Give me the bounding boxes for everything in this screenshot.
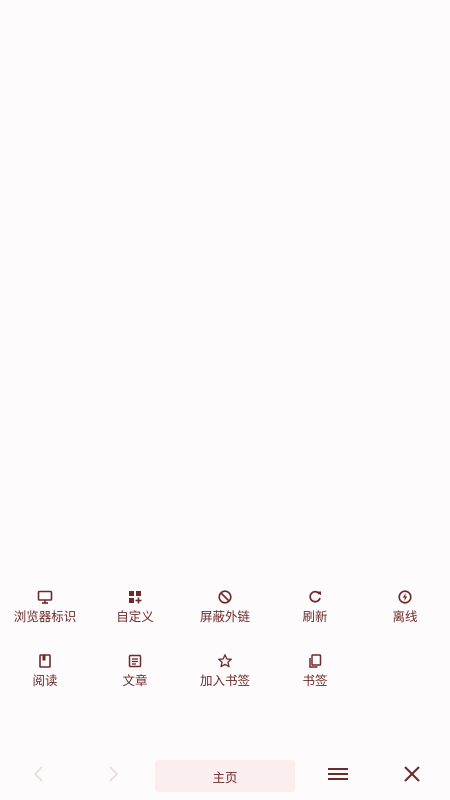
grid-plus-icon bbox=[127, 589, 143, 605]
menu-item-label: 书签 bbox=[302, 673, 328, 688]
bookmarks-icon bbox=[307, 653, 323, 669]
bottom-navigation-bar: 主页 bbox=[0, 752, 450, 800]
close-button[interactable] bbox=[394, 752, 430, 800]
hamburger-icon bbox=[327, 766, 349, 786]
menu-item-offline[interactable]: 离线 bbox=[360, 580, 450, 644]
menu-item-label: 离线 bbox=[392, 609, 418, 624]
home-button-label: 主页 bbox=[212, 769, 238, 785]
menu-item-bookmarks[interactable]: 书签 bbox=[270, 644, 360, 708]
menu-row-2: 阅读 文章 加入书签 书签 bbox=[0, 644, 450, 708]
monitor-icon bbox=[37, 589, 53, 605]
menu-item-label: 加入书签 bbox=[199, 673, 250, 688]
menu-row-1: 浏览器标识 自定义 屏蔽外链 刷新 离线 bbox=[0, 580, 450, 644]
menu-item-block-external-links[interactable]: 屏蔽外链 bbox=[180, 580, 270, 644]
menu-item-customize[interactable]: 自定义 bbox=[90, 580, 180, 644]
menu-item-reader[interactable]: 阅读 bbox=[0, 644, 90, 708]
close-icon bbox=[403, 765, 421, 787]
book-icon bbox=[37, 653, 53, 669]
menu-item-refresh[interactable]: 刷新 bbox=[270, 580, 360, 644]
menu-item-label: 浏览器标识 bbox=[13, 609, 77, 624]
chevron-left-icon bbox=[32, 764, 46, 788]
menu-item-label: 阅读 bbox=[32, 673, 58, 688]
menu-item-user-agent[interactable]: 浏览器标识 bbox=[0, 580, 90, 644]
menu-item-label: 刷新 bbox=[302, 609, 328, 624]
home-button[interactable]: 主页 bbox=[155, 760, 295, 792]
menu-item-article[interactable]: 文章 bbox=[90, 644, 180, 708]
menu-item-label: 自定义 bbox=[116, 609, 154, 624]
web-content-area bbox=[0, 0, 450, 570]
article-icon bbox=[127, 653, 143, 669]
block-icon bbox=[217, 589, 233, 605]
browser-menu-grid: 浏览器标识 自定义 屏蔽外链 刷新 离线 阅读 文章 加入书签 书签 bbox=[0, 580, 450, 708]
star-icon bbox=[217, 653, 233, 669]
menu-button[interactable] bbox=[320, 752, 356, 800]
menu-item-add-bookmark[interactable]: 加入书签 bbox=[180, 644, 270, 708]
chevron-right-icon bbox=[106, 764, 120, 788]
menu-item-label: 屏蔽外链 bbox=[199, 609, 250, 624]
forward-button[interactable] bbox=[96, 752, 130, 800]
offline-bolt-icon bbox=[397, 589, 413, 605]
back-button[interactable] bbox=[22, 752, 56, 800]
refresh-icon bbox=[307, 589, 323, 605]
menu-item-label: 文章 bbox=[122, 673, 148, 688]
